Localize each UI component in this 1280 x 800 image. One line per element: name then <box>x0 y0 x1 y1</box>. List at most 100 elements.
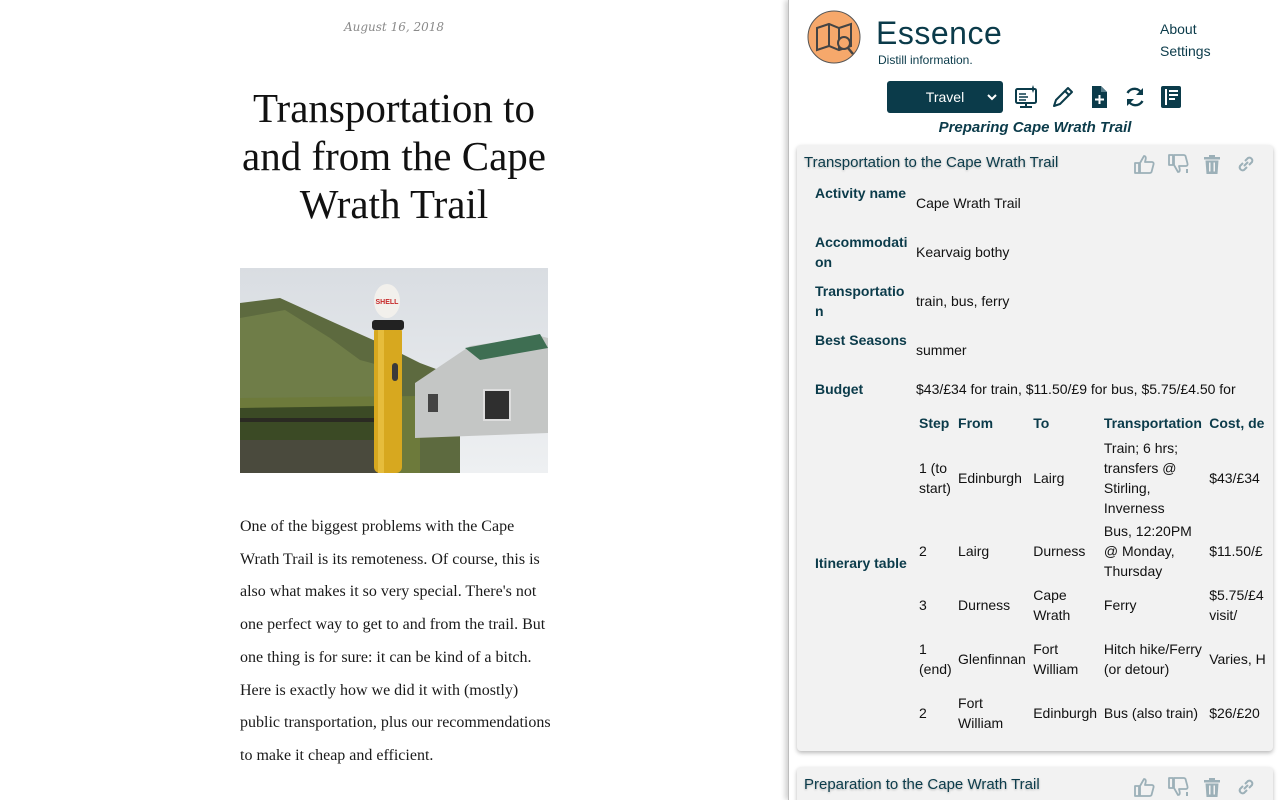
field-transportation: Transportation train, bus, ferry <box>815 281 1273 323</box>
cell-step: 3 <box>919 597 927 613</box>
thumbs-down-icon <box>1168 154 1189 173</box>
thumbs-down-icon <box>1168 777 1189 796</box>
brand-tagline: Distill information. <box>878 53 973 67</box>
photo-illustration: SHELL <box>240 268 548 473</box>
field-key: Accommodation <box>815 234 908 270</box>
table-row: 2 Fort William Edinburgh Bus (also train… <box>917 691 1273 735</box>
copy-link-button[interactable] <box>1229 151 1263 177</box>
cell-cost: Varies, H <box>1209 651 1266 667</box>
summary-card: Transportation to the Cape Wrath Trail A… <box>797 145 1273 751</box>
field-value: Kearvaig bothy <box>916 244 1010 260</box>
cell-from: Lairg <box>958 543 990 559</box>
category-select[interactable]: Travel <box>887 81 1003 113</box>
field-best-seasons: Best Seasons summer <box>815 330 1273 372</box>
cell-transportation: Ferry <box>1103 597 1137 613</box>
settings-link[interactable]: Settings <box>1160 40 1211 62</box>
table-row: 2 Lairg Durness Bus, 12:20PM @ Monday, T… <box>917 519 1273 583</box>
category-select-value: Travel <box>925 89 965 105</box>
refresh-icon <box>1126 87 1144 107</box>
article-body: One of the biggest problems with the Cap… <box>240 518 551 764</box>
cell-from: Durness <box>958 597 1011 613</box>
status-text: Preparing Cape Wrath Trail <box>938 119 1132 136</box>
new-file-button[interactable] <box>1081 81 1117 113</box>
field-key: Transportation <box>815 283 905 319</box>
cell-transportation: Train; 6 hrs; transfers @ Stirling, Inve… <box>1103 440 1179 516</box>
cell-cost: $26/£20 <box>1209 705 1260 721</box>
card-title: Transportation to the Cape Wrath Trail <box>804 154 1059 171</box>
like-button[interactable] <box>1127 774 1161 800</box>
cell-from: Edinburgh <box>958 470 1022 486</box>
cell-to: Cape Wrath <box>1033 587 1071 623</box>
about-link[interactable]: About <box>1160 18 1211 40</box>
field-activity-name: Activity name Cape Wrath Trail <box>815 183 1273 225</box>
cell-from: Fort William <box>958 695 1004 731</box>
link-icon <box>1238 156 1254 172</box>
chevron-down-icon <box>987 94 997 101</box>
brand-name: Essence <box>876 15 1003 51</box>
article-date: August 16, 2018 <box>343 20 445 34</box>
article: August 16, 2018 Transportation to and fr… <box>0 0 788 800</box>
file-plus-icon <box>1092 86 1107 108</box>
cell-from: Glenfinnan <box>958 651 1026 667</box>
cell-to: Lairg <box>1033 470 1065 486</box>
monitor-sparkle-icon <box>1015 85 1037 108</box>
card-actions <box>1127 774 1263 800</box>
thumbs-up-icon <box>1134 155 1155 174</box>
cell-cost: $43/£34 <box>1209 470 1260 486</box>
col-header-cost: Cost, de <box>1209 415 1265 431</box>
field-value: Cape Wrath Trail <box>916 195 1021 211</box>
cell-transportation: Bus, 12:20PM @ Monday, Thursday <box>1103 523 1192 579</box>
cell-to: Edinburgh <box>1033 705 1098 721</box>
copy-link-button[interactable] <box>1229 774 1263 800</box>
like-button[interactable] <box>1127 151 1161 177</box>
cell-to: Fort William <box>1033 641 1079 677</box>
article-photo: SHELL <box>240 268 548 473</box>
summary-card: Preparation to the Cape Wrath Trail <box>797 767 1273 800</box>
dislike-button[interactable] <box>1161 774 1195 800</box>
col-header-step: Step <box>919 415 950 431</box>
table-row: 3 Durness Cape Wrath Ferry $5.75/£4 visi… <box>917 583 1273 627</box>
essence-panel: Essence Distill information. About Setti… <box>788 0 1280 800</box>
pen-icon <box>1053 87 1073 107</box>
card-actions <box>1127 151 1263 177</box>
col-header-to: To <box>1033 415 1050 431</box>
toolbar: Travel <box>887 81 1189 113</box>
col-header-transportation: Transportation <box>1103 415 1202 431</box>
field-accommodation: Accommodation Kearvaig bothy <box>815 232 1273 274</box>
journal-icon <box>1161 86 1181 108</box>
field-value: $43/£34 for train, $11.50/£9 for bus, $5… <box>916 381 1236 397</box>
cell-transportation: Bus (also train) <box>1103 705 1199 721</box>
capture-page-button[interactable] <box>1009 81 1045 113</box>
article-title: Transportation to and from the Cape Wrat… <box>242 85 546 227</box>
cell-step: 1 (to start) <box>919 460 951 496</box>
journal-button[interactable] <box>1153 81 1189 113</box>
field-budget: Budget $43/£34 for train, $11.50/£9 for … <box>815 379 1273 401</box>
cell-step: 2 <box>919 705 927 721</box>
itinerary-header-row: Step From To Transportation Cost, de <box>917 409 1273 437</box>
edit-button[interactable] <box>1045 81 1081 113</box>
cell-to: Durness <box>1033 543 1086 559</box>
delete-button[interactable] <box>1195 774 1229 800</box>
field-key: Budget <box>815 381 864 397</box>
field-value: train, bus, ferry <box>916 293 1010 309</box>
col-header-from: From <box>958 415 994 431</box>
itinerary-label: Itinerary table <box>815 555 907 571</box>
cell-cost: $11.50/£ <box>1209 543 1263 559</box>
delete-button[interactable] <box>1195 151 1229 177</box>
cell-transportation: Hitch hike/Ferry (or detour) <box>1103 641 1202 677</box>
refresh-button[interactable] <box>1117 81 1153 113</box>
field-value: summer <box>916 342 967 358</box>
cell-cost: $5.75/£4 visit/ <box>1209 587 1264 623</box>
trash-icon <box>1204 155 1220 174</box>
dislike-button[interactable] <box>1161 151 1195 177</box>
field-key: Best Seasons <box>815 332 907 348</box>
table-row: 1 (end) Glenfinnan Fort William Hitch hi… <box>917 627 1273 691</box>
link-icon <box>1238 779 1254 795</box>
top-links: About Settings <box>1160 18 1211 62</box>
card-title: Preparation to the Cape Wrath Trail <box>804 776 1040 793</box>
shell-sign-text: SHELL <box>376 299 400 306</box>
field-key: Activity name <box>815 185 907 201</box>
essence-logo <box>807 10 861 64</box>
cell-step: 2 <box>919 543 927 559</box>
itinerary-table: Step From To Transportation Cost, de 1 (… <box>917 409 1273 735</box>
